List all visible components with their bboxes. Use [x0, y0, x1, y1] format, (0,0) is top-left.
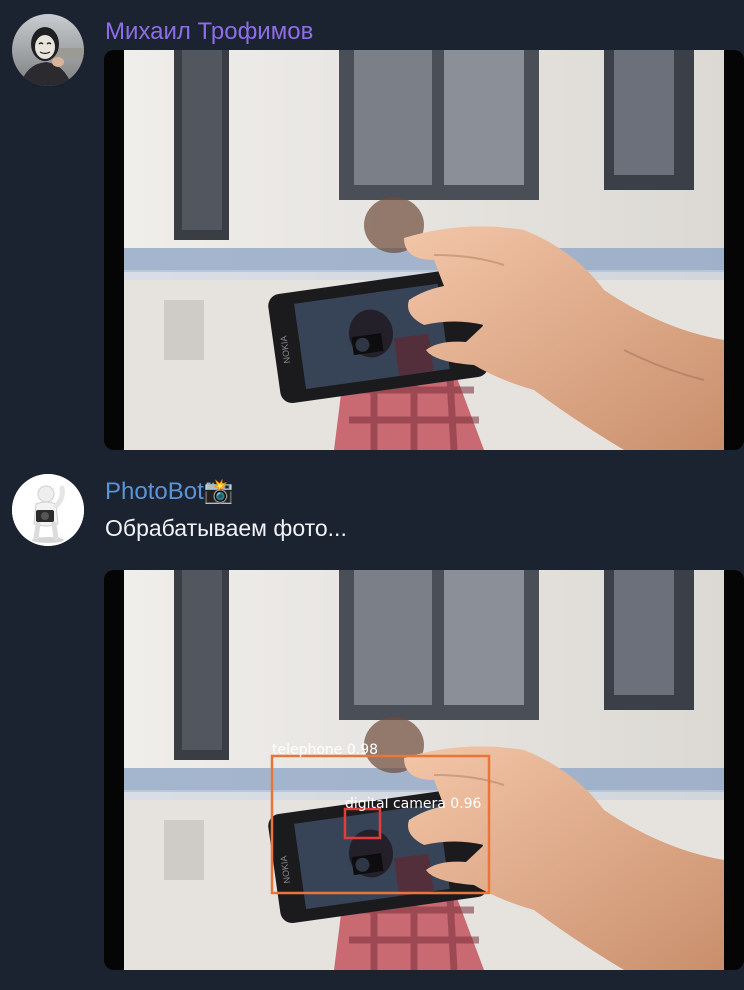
- message-2: PhotoBot📸 Обрабатываем фото... NOKIA tel…: [0, 460, 744, 990]
- message-1: Михаил Трофимов NOKIA: [0, 0, 744, 460]
- photo-attachment[interactable]: NOKIA telephone 0.98 digital camera 0.96: [104, 570, 744, 970]
- avatar[interactable]: [12, 474, 84, 546]
- photo-with-detections: NOKIA telephone 0.98 digital camera 0.96: [104, 570, 744, 970]
- sender-name[interactable]: PhotoBot📸: [105, 477, 234, 507]
- photo-attachment[interactable]: NOKIA: [104, 50, 744, 450]
- telephone-label: telephone 0.98: [272, 742, 378, 758]
- sender-name[interactable]: Михаил Трофимов: [105, 17, 313, 47]
- white-figure-camera-avatar: [12, 474, 84, 546]
- masked-person-avatar: [12, 14, 84, 86]
- digital-camera-label: digital camera 0.96: [345, 796, 482, 812]
- chat-view: Михаил Трофимов NOKIA PhotoBot📸 Обрабаты…: [0, 0, 744, 990]
- message-text: Обрабатываем фото...: [105, 515, 347, 541]
- photo-hand-holding-phone: NOKIA: [104, 50, 744, 450]
- avatar[interactable]: [12, 14, 84, 86]
